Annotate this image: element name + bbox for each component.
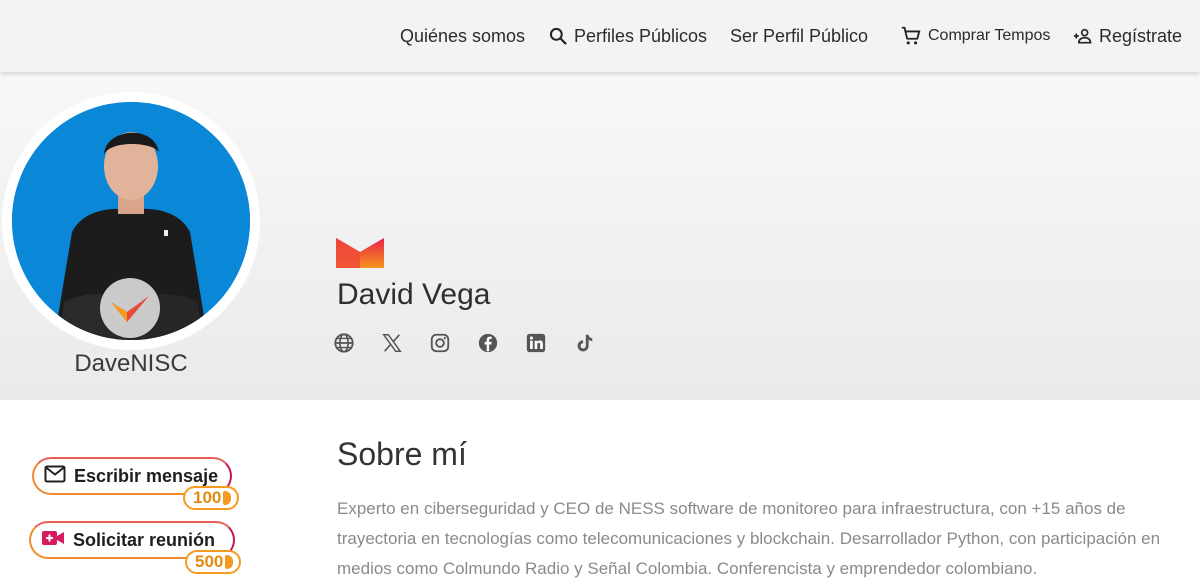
nav-register[interactable]: Regístrate	[1073, 0, 1182, 72]
profile-full-name: David Vega	[337, 278, 491, 311]
add-person-icon	[1073, 26, 1093, 46]
facebook-icon[interactable]	[477, 331, 525, 355]
send-message-label: Escribir mensaje	[74, 465, 219, 486]
meeting-price-badge: 500	[185, 550, 242, 574]
about-text: Experto en ciberseguridad y CEO de NESS …	[337, 499, 1161, 578]
about-title: Sobre mí	[337, 436, 467, 472]
request-meeting-label: Solicitar reunión	[73, 529, 216, 550]
brand-logo-icon	[336, 236, 384, 268]
instagram-icon[interactable]	[429, 331, 477, 355]
cart-icon	[900, 25, 922, 47]
nav-be-public-label: Ser Perfil Público	[730, 25, 869, 46]
social-links	[333, 331, 621, 355]
nav-be-public-profile[interactable]: Ser Perfil Público	[730, 0, 868, 72]
tiktok-icon[interactable]	[573, 331, 621, 355]
tempo-coin-icon	[225, 555, 234, 569]
meeting-price: 500	[195, 552, 224, 571]
nav-buy-tempos-label: Comprar Tempos	[928, 27, 1051, 44]
mail-icon	[44, 465, 66, 488]
top-navbar: Quiénes somos Perfiles Públicos Ser Perf…	[0, 0, 1200, 72]
message-price: 100	[193, 488, 222, 507]
search-icon	[548, 26, 568, 46]
linkedin-icon[interactable]	[525, 331, 573, 355]
verified-badge	[100, 278, 160, 338]
nav-public-profiles[interactable]: Perfiles Públicos	[548, 0, 707, 72]
message-price-badge: 100	[183, 486, 240, 510]
nav-register-label: Regístrate	[1099, 25, 1183, 46]
nav-about-us[interactable]: Quiénes somos	[400, 0, 525, 72]
globe-icon[interactable]	[333, 331, 381, 355]
verified-check-icon	[111, 296, 149, 322]
video-call-icon	[41, 529, 65, 552]
x-icon[interactable]	[381, 331, 429, 355]
nav-public-profiles-label: Perfiles Públicos	[574, 25, 708, 46]
tempo-coin-icon	[223, 491, 232, 505]
nav-buy-tempos[interactable]: Comprar Tempos	[900, 0, 1050, 72]
nav-about-us-label: Quiénes somos	[400, 25, 526, 46]
profile-username: DaveNISC	[74, 350, 188, 377]
